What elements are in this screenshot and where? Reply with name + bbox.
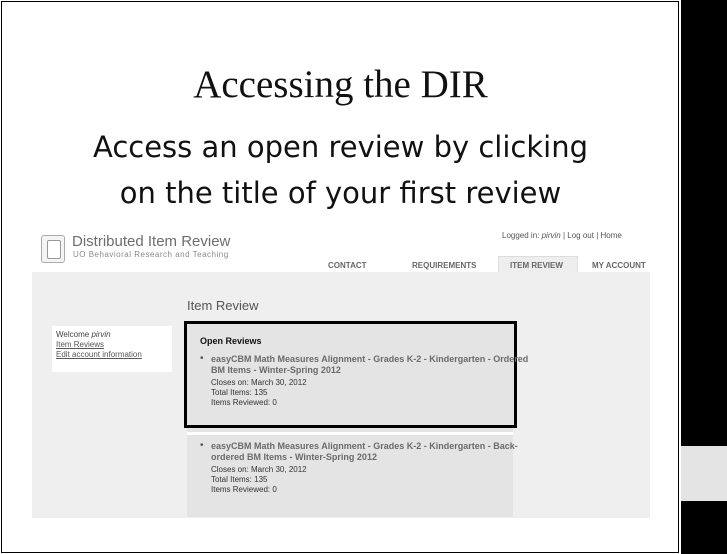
logged-in-label: Logged in: [502,231,540,240]
logged-in-username: pirvin [541,231,561,240]
nav-requirements[interactable]: REQUIREMENTS [412,261,476,270]
site-subtitle: UO Behavioral Research and Teaching [73,250,229,259]
sidebar: Welcome pirvin Item Reviews Edit account… [52,326,172,372]
nav-contact[interactable]: CONTACT [328,261,367,270]
sidebar-link-item-reviews[interactable]: Item Reviews [56,340,172,350]
bullet-icon: • [200,353,204,364]
slide: Accessing the DIR Access an open review … [0,0,681,554]
slide-subtitle: Access an open review by clicking on the… [0,124,681,216]
open-reviews-label: Open Reviews [200,336,262,346]
nav-my-account[interactable]: MY ACCOUNT [592,261,646,270]
user-links: Logged in: pirvin | Log out | Home [502,231,622,240]
home-link[interactable]: Home [601,231,622,240]
subtitle-line-1: Access an open review by clicking [92,130,588,164]
slide-title: Accessing the DIR [193,63,488,106]
review-closes: Closes on: March 30, 2012 [211,378,307,387]
logout-link[interactable]: Log out [567,231,594,240]
subtitle-line-2: on the title of your first review [119,176,562,210]
review-reviewed: Items Reviewed: 0 [211,485,277,494]
separator: | [596,231,599,240]
review-total: Total Items: 135 [211,475,268,484]
review-meta: Closes on: March 30, 2012 Total Items: 1… [211,465,531,495]
review-meta: Closes on: March 30, 2012 Total Items: 1… [211,378,531,408]
review-item: • easyCBM Math Measures Alignment - Grad… [200,354,531,408]
page-heading: Item Review [187,298,259,313]
review-total: Total Items: 135 [211,388,268,397]
site-title[interactable]: Distributed Item Review [72,233,230,250]
sidebar-link-edit-account[interactable]: Edit account information [56,350,172,360]
separator: | [562,231,566,240]
review-title-link[interactable]: easyCBM Math Measures Alignment - Grades… [211,354,531,376]
bullet-icon: • [200,440,204,451]
welcome-text: Welcome pirvin [56,330,111,339]
nav-item-review[interactable]: ITEM REVIEW [510,261,563,270]
dir-logo-icon [41,235,65,263]
dir-screenshot: Distributed Item Review UO Behavioral Re… [32,227,650,518]
review-closes: Closes on: March 30, 2012 [211,465,307,474]
review-item: • easyCBM Math Measures Alignment - Grad… [200,441,531,495]
review-separator [187,432,513,435]
side-gray-block [681,446,727,501]
review-reviewed: Items Reviewed: 0 [211,398,277,407]
review-title-link[interactable]: easyCBM Math Measures Alignment - Grades… [211,441,531,463]
